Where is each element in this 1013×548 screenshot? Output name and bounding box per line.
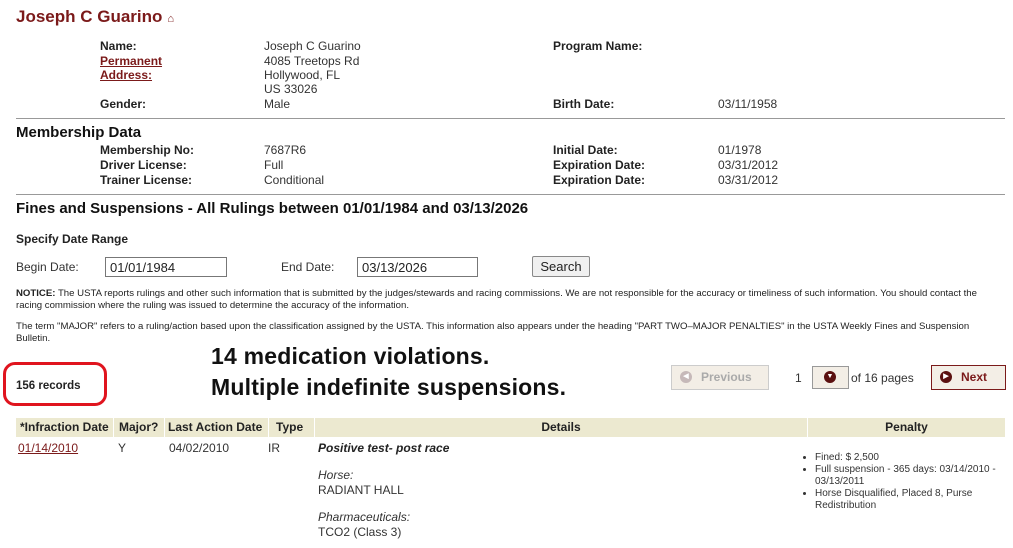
address-link[interactable]: Address: [100, 68, 152, 82]
expiration-date-value-2: 03/31/2012 [718, 173, 779, 187]
page-title: Joseph C Guarino ⌂ [16, 7, 174, 27]
house-icon[interactable]: ⌂ [167, 13, 174, 25]
type-value: IR [268, 441, 280, 455]
next-label: Next [961, 370, 988, 384]
major-value: Y [118, 441, 127, 455]
expiration-date-label-2: Expiration Date: [553, 173, 646, 187]
penalty-list: Fined: $ 2,500 Full suspension - 365 day… [802, 452, 1002, 512]
pharmaceuticals-label: Pharmaceuticals: [318, 510, 411, 524]
begin-date-input[interactable] [105, 257, 227, 277]
trainer-license-value: Conditional [264, 173, 325, 187]
address-line-1: 4085 Treetops Rd [264, 54, 360, 68]
membership-heading: Membership Data [16, 124, 142, 141]
name-label: Name: [100, 39, 137, 53]
current-page: 1 [795, 371, 802, 385]
previous-button[interactable]: ◀ Previous [671, 365, 769, 390]
previous-label: Previous [701, 370, 752, 384]
major-note: The term "MAJOR" refers to a ruling/acti… [16, 321, 970, 344]
chevron-down-icon: ▼ [824, 371, 836, 383]
previous-arrow-icon: ◀ [680, 370, 692, 383]
search-button[interactable]: Search [532, 256, 590, 277]
initial-date-value: 01/1978 [718, 143, 762, 157]
membership-no-label: Membership No: [100, 143, 195, 157]
annotation-line-2: Multiple indefinite suspensions. [211, 374, 567, 400]
permanent-address-link[interactable]: Permanent [100, 54, 162, 68]
address-line-2: Hollywood, FL [264, 68, 341, 82]
penalty-list-container: Fined: $ 2,500 Full suspension - 365 day… [802, 452, 1002, 512]
column-header-infraction-date[interactable]: *Infraction Date [16, 418, 113, 437]
expiration-date-value: 03/31/2012 [718, 158, 779, 172]
notice-body: The USTA reports rulings and other such … [16, 288, 977, 311]
infraction-date-link[interactable]: 01/14/2010 [18, 441, 78, 455]
horse-value: RADIANT HALL [318, 483, 404, 497]
last-action-date-value: 04/02/2010 [169, 441, 230, 455]
begin-date-label: Begin Date: [16, 260, 79, 274]
fines-heading: Fines and Suspensions - All Rulings betw… [16, 200, 529, 217]
next-arrow-icon: ▶ [940, 370, 952, 383]
name-value: Joseph C Guarino [264, 39, 361, 53]
driver-license-label: Driver License: [100, 158, 187, 172]
program-name-label: Program Name: [553, 39, 643, 53]
penalty-item: Full suspension - 365 days: 03/14/2010 -… [815, 464, 1002, 488]
initial-date-label: Initial Date: [553, 143, 618, 157]
divider [16, 194, 1005, 195]
trainer-license-label: Trainer License: [100, 173, 193, 187]
page-select-button[interactable]: ▼ [812, 366, 849, 389]
records-count: 156 records [16, 380, 81, 392]
notice-bold: NOTICE: [16, 288, 56, 299]
page-count: of 16 pages [851, 371, 914, 385]
birth-date-value: 03/11/1958 [718, 97, 778, 111]
end-date-input[interactable] [357, 257, 478, 277]
column-header-type[interactable]: Type [269, 418, 314, 437]
column-header-major[interactable]: Major? [114, 418, 164, 437]
column-header-penalty[interactable]: Penalty [808, 418, 1005, 437]
notice-text: NOTICE: The USTA reports rulings and oth… [16, 288, 991, 312]
person-name: Joseph C Guarino [16, 7, 163, 26]
pharmaceuticals-value: TCO2 (Class 3) [318, 525, 402, 539]
address-line-3: US 33026 [264, 82, 318, 96]
end-date-label: End Date: [281, 260, 335, 274]
column-header-details[interactable]: Details [315, 418, 807, 437]
membership-no-value: 7687R6 [264, 143, 307, 157]
specify-date-range-label: Specify Date Range [16, 232, 129, 246]
annotation-line-1: 14 medication violations. [211, 343, 490, 369]
divider [16, 118, 1005, 119]
details-title: Positive test- post race [318, 441, 450, 455]
horse-label: Horse: [318, 468, 354, 482]
penalty-item: Horse Disqualified, Placed 8, Purse Redi… [815, 488, 1002, 512]
expiration-date-label: Expiration Date: [553, 158, 646, 172]
birth-date-label: Birth Date: [553, 97, 615, 111]
column-header-last-action-date[interactable]: Last Action Date [165, 418, 268, 437]
gender-value: Male [264, 97, 291, 111]
next-button[interactable]: ▶ Next [931, 365, 1006, 390]
driver-license-value: Full [264, 158, 284, 172]
gender-label: Gender: [100, 97, 147, 111]
penalty-item: Fined: $ 2,500 [815, 452, 1002, 464]
